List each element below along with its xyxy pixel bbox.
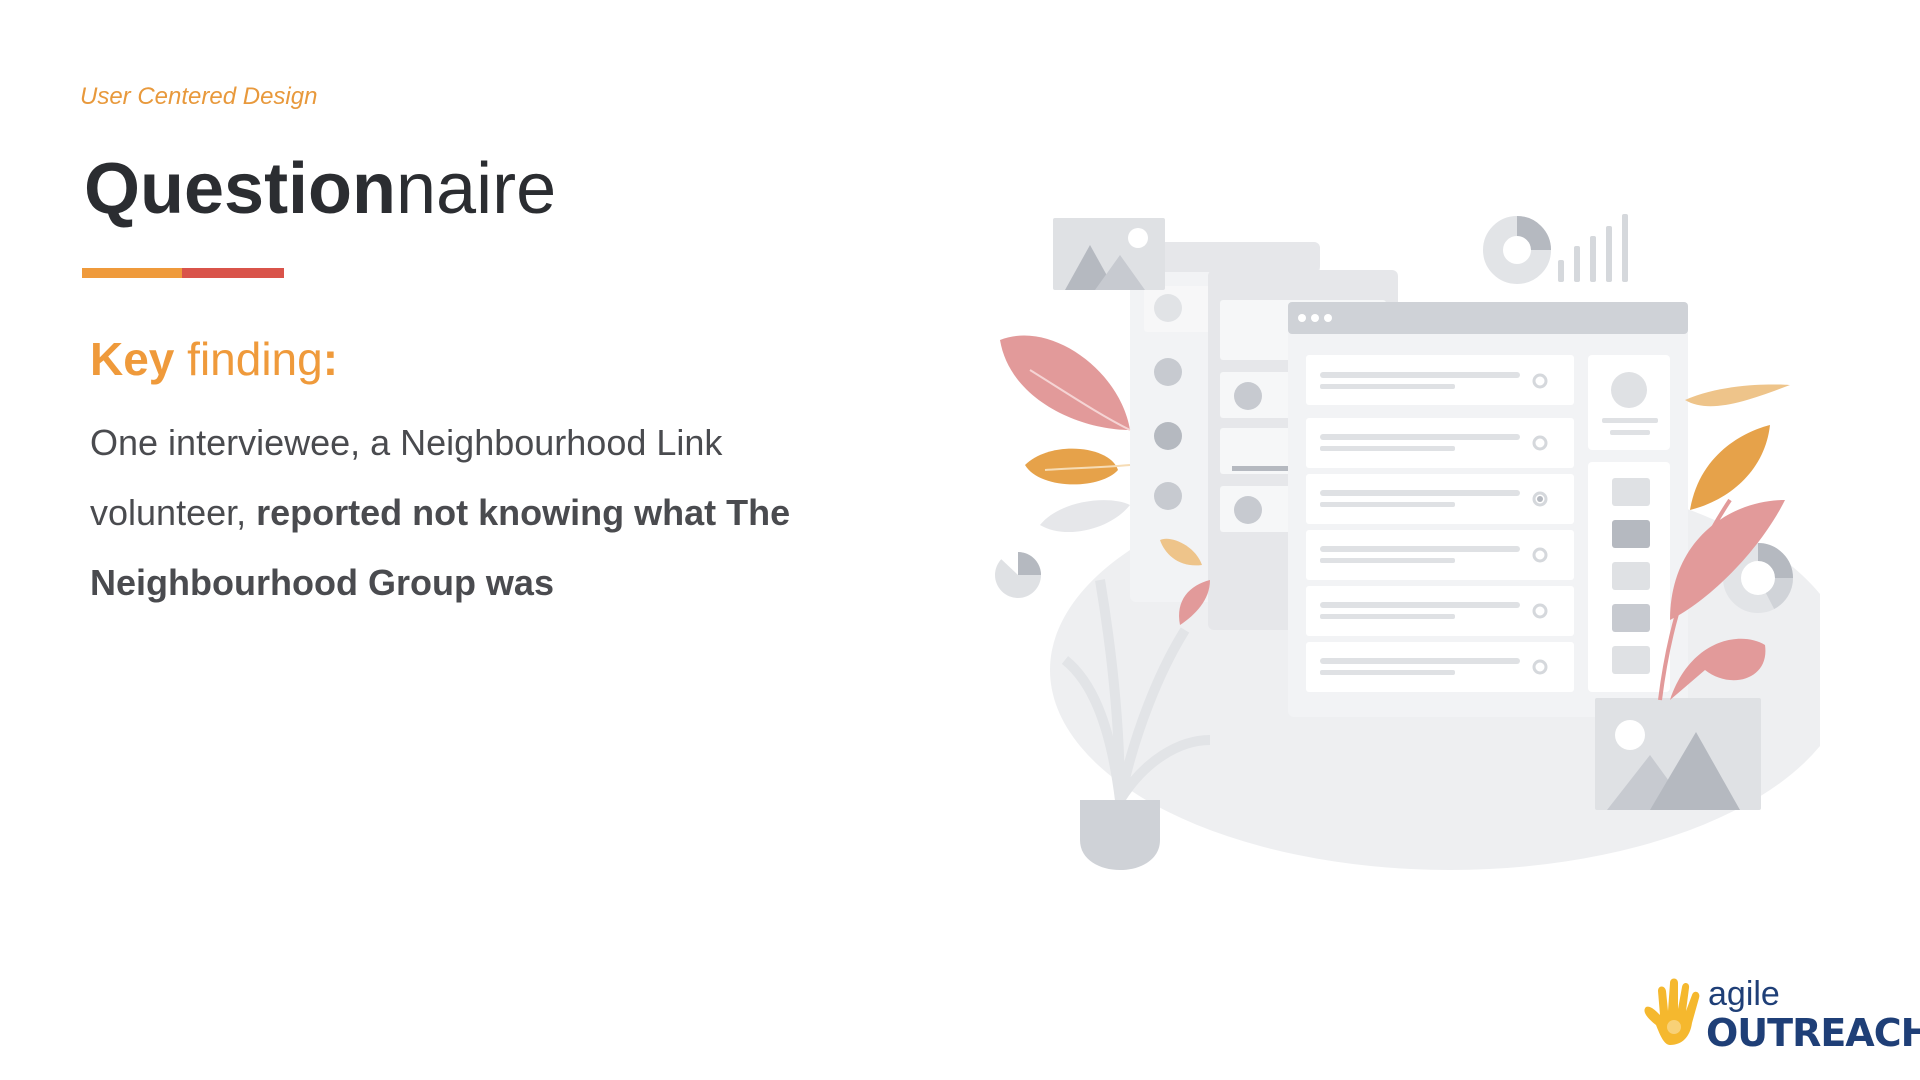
agile-outreach-logo[interactable]: agile OUTREACH — [1640, 975, 1920, 1060]
logo-word-agile: agile — [1708, 975, 1780, 1013]
underline-red-segment — [182, 268, 284, 278]
title-bold-part: Question — [84, 149, 397, 229]
title-underline — [82, 268, 284, 278]
section-label: User Centered Design — [80, 83, 318, 110]
slide: User Centered Design Questionnaire Key f… — [0, 0, 1920, 1080]
finding-body: One interviewee, a Neighbourhood Link vo… — [90, 408, 870, 618]
key-finding-colon: : — [322, 333, 339, 385]
ui-illustration — [995, 214, 1820, 870]
hand-logo-icon — [1644, 978, 1700, 1045]
page-title: Questionnaire — [84, 149, 557, 229]
title-light-part: naire — [396, 149, 557, 229]
logo-word-outreach: OUTREACH — [1706, 1011, 1920, 1055]
underline-orange-segment — [82, 268, 182, 278]
key-finding-keyword: Key — [90, 333, 175, 385]
key-finding-heading: Key finding: — [90, 332, 338, 386]
key-finding-rest: finding — [174, 333, 323, 385]
